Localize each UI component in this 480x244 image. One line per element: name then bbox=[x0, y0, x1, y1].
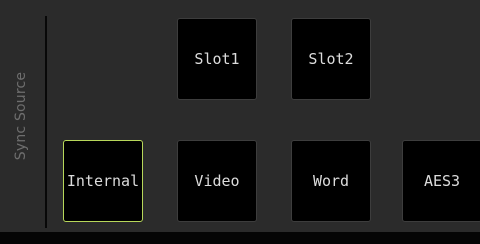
section-divider bbox=[45, 16, 47, 228]
word-button[interactable]: Word bbox=[291, 140, 371, 222]
sync-source-label: Sync Source bbox=[13, 71, 30, 161]
sync-source-panel: Sync Source Slot1 Slot2 Internal Video W… bbox=[0, 0, 480, 232]
slot2-button[interactable]: Slot2 bbox=[291, 18, 371, 100]
sync-source-section-label: Sync Source bbox=[4, 0, 38, 232]
aes3-button[interactable]: AES3 bbox=[402, 140, 480, 222]
video-button[interactable]: Video bbox=[177, 140, 257, 222]
bottom-strip bbox=[0, 232, 480, 244]
internal-button[interactable]: Internal bbox=[63, 140, 143, 222]
slot1-button[interactable]: Slot1 bbox=[177, 18, 257, 100]
